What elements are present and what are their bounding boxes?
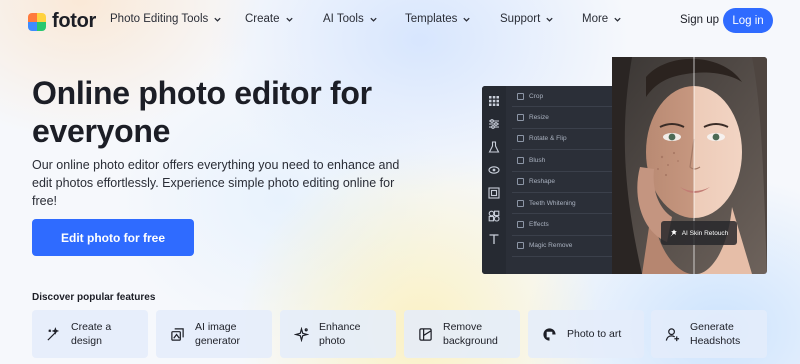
chevron-down-icon [214,17,221,22]
rotate-icon [517,135,524,143]
menu-label: Support [500,13,541,25]
panel-item-teeth-whitening[interactable]: Teeth Whitening [512,193,614,215]
chevron-down-icon [463,17,471,22]
feature-ai-image-generator[interactable]: AI image generator [156,310,272,358]
wand-icon [47,326,60,341]
panel-item-label: Reshape [529,178,556,186]
resize-icon [517,114,524,122]
signup-link[interactable]: Sign up [680,14,719,26]
menu-photo-editing-tools[interactable]: Photo Editing Tools [110,13,245,25]
tool-panel: Crop Resize Rotate & Flip Blush Reshape … [512,86,614,258]
menu-create[interactable]: Create [245,13,323,25]
eye-icon [488,166,500,174]
grid-icon [489,96,499,106]
feature-remove-background[interactable]: Remove background [404,310,520,358]
badge-label: AI Skin Retouch [681,229,729,237]
panel-item-label: Resize [529,114,549,122]
login-button[interactable]: Log in [723,8,773,33]
beaker-icon [488,141,500,153]
menu-label: More [582,13,609,25]
panel-item-label: Blush [529,156,546,164]
retouch-icon [670,229,677,237]
panel-item-label: Effects [529,221,549,229]
ai-skin-retouch-badge: AI Skin Retouch [661,221,737,245]
menu-label: Templates [405,13,458,25]
fotor-logo[interactable]: fotor [28,10,96,33]
image-stack-icon [171,327,184,341]
reshape-icon [517,178,524,186]
feature-label: AI image generator [195,321,240,347]
magic-remove-icon [517,242,524,250]
tool-rail [482,86,506,274]
feature-photo-to-art[interactable]: Photo to art [528,310,644,358]
panel-item-label: Rotate & Flip [529,135,567,143]
sparkle-icon [294,326,309,342]
panel-item-label: Crop [529,92,544,100]
main-menu: Photo Editing Tools Create AI Tools Temp… [110,13,622,25]
shapes-icon [488,210,500,222]
effects-icon [517,221,524,229]
panel-item-magic-remove[interactable]: Magic Remove [512,236,614,258]
feature-generate-headshots[interactable]: Generate Headshots [651,310,767,358]
logo-mark-icon [28,12,46,31]
panel-item-effects[interactable]: Effects [512,214,614,236]
edit-photo-button[interactable]: Edit photo for free [32,219,194,256]
hero-description: Our online photo editor offers everythin… [32,158,400,208]
feature-label: Enhance photo [319,321,361,347]
panel-item-blush[interactable]: Blush [512,150,614,172]
menu-label: Photo Editing Tools [110,13,209,25]
panel-item-label: Magic Remove [529,242,573,250]
feature-label: Photo to art [567,328,622,340]
panel-item-label: Teeth Whitening [529,199,576,207]
menu-templates[interactable]: Templates [405,13,500,25]
editor-preview: Crop Resize Rotate & Flip Blush Reshape … [482,86,614,274]
feature-label: Generate Headshots [690,321,741,347]
user-plus-icon [665,327,680,341]
remove-bg-icon [419,327,432,341]
menu-ai-tools[interactable]: AI Tools [323,13,405,25]
chevron-down-icon [614,17,621,22]
features-heading: Discover popular features [32,292,156,303]
hero-title: Online photo editor for everyone [32,75,372,149]
text-icon [489,234,499,244]
feature-create-design[interactable]: Create a design [32,310,148,358]
menu-label: Create [245,13,280,25]
logo-text: fotor [52,10,97,32]
chevron-down-icon [285,17,293,22]
menu-more[interactable]: More [582,13,622,25]
panel-item-reshape[interactable]: Reshape [512,172,614,193]
top-nav: fotor Photo Editing Tools Create AI Tool… [0,0,800,40]
art-icon [543,327,556,341]
feature-label: Remove background [443,321,498,347]
panel-item-rotate-flip[interactable]: Rotate & Flip [512,129,614,151]
menu-label: AI Tools [323,13,364,25]
feature-enhance-photo[interactable]: Enhance photo [280,310,396,358]
chevron-down-icon [546,17,553,22]
blush-icon [517,156,524,164]
sliders-icon [489,119,499,129]
teeth-icon [517,199,524,207]
menu-support[interactable]: Support [500,13,582,25]
frame-icon [488,187,500,199]
chevron-down-icon [370,17,377,22]
feature-label: Create a design [71,321,112,347]
panel-item-crop[interactable]: Crop [512,86,614,108]
crop-icon [517,92,524,100]
panel-item-resize[interactable]: Resize [512,107,614,129]
